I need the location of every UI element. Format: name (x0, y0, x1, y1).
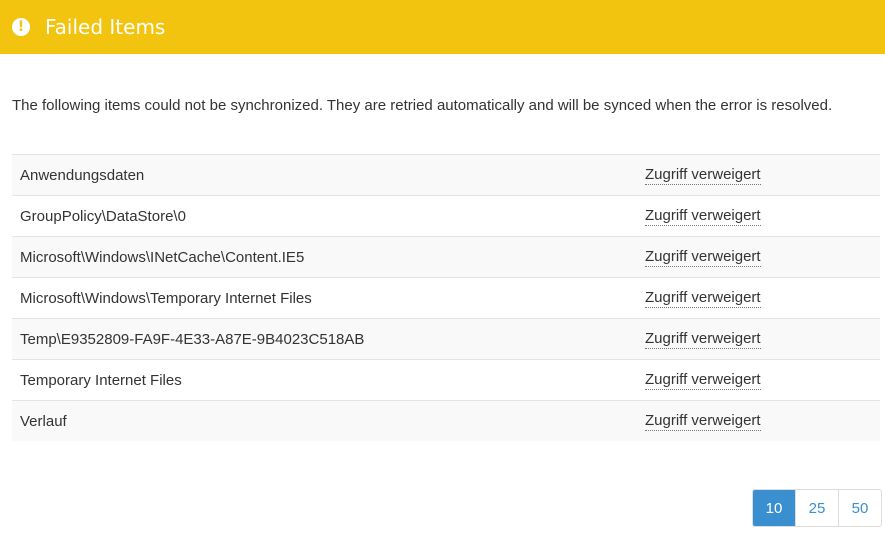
item-error[interactable]: Zugriff verweigert (645, 166, 761, 185)
page-size-25-button[interactable]: 25 (795, 490, 838, 526)
list-item: Anwendungsdaten Zugriff verweigert (12, 155, 880, 196)
list-item: Microsoft\Windows\INetCache\Content.IE5 … (12, 237, 880, 278)
page-size-pager: 10 25 50 (752, 489, 882, 527)
page-size-50-button[interactable]: 50 (838, 490, 881, 526)
item-error[interactable]: Zugriff verweigert (645, 412, 761, 431)
list-item: Temp\E9352809-FA9F-4E33-A87E-9B4023C518A… (12, 319, 880, 360)
list-item: Microsoft\Windows\Temporary Internet Fil… (12, 278, 880, 319)
item-path: Temporary Internet Files (20, 371, 182, 389)
failed-items-header: ! Failed Items (0, 0, 885, 54)
list-item: Verlauf Zugriff verweigert (12, 401, 880, 441)
item-path: Verlauf (20, 412, 67, 430)
description-text: The following items could not be synchro… (12, 97, 833, 114)
item-path: Anwendungsdaten (20, 166, 145, 184)
list-item: GroupPolicy\DataStore\0 Zugriff verweige… (12, 196, 880, 237)
failed-items-list: Anwendungsdaten Zugriff verweigert Group… (12, 154, 880, 441)
item-error[interactable]: Zugriff verweigert (645, 289, 761, 308)
page-size-10-button[interactable]: 10 (753, 490, 795, 526)
item-error[interactable]: Zugriff verweigert (645, 371, 761, 390)
item-path: Microsoft\Windows\Temporary Internet Fil… (20, 289, 312, 307)
list-item: Temporary Internet Files Zugriff verweig… (12, 360, 880, 401)
item-path: GroupPolicy\DataStore\0 (20, 207, 186, 225)
item-error[interactable]: Zugriff verweigert (645, 207, 761, 226)
item-error[interactable]: Zugriff verweigert (645, 330, 761, 349)
item-error[interactable]: Zugriff verweigert (645, 248, 761, 267)
exclamation-circle-icon: ! (12, 18, 30, 36)
item-path: Microsoft\Windows\INetCache\Content.IE5 (20, 248, 305, 266)
page-title: Failed Items (45, 15, 166, 39)
item-path: Temp\E9352809-FA9F-4E33-A87E-9B4023C518A… (20, 330, 365, 348)
